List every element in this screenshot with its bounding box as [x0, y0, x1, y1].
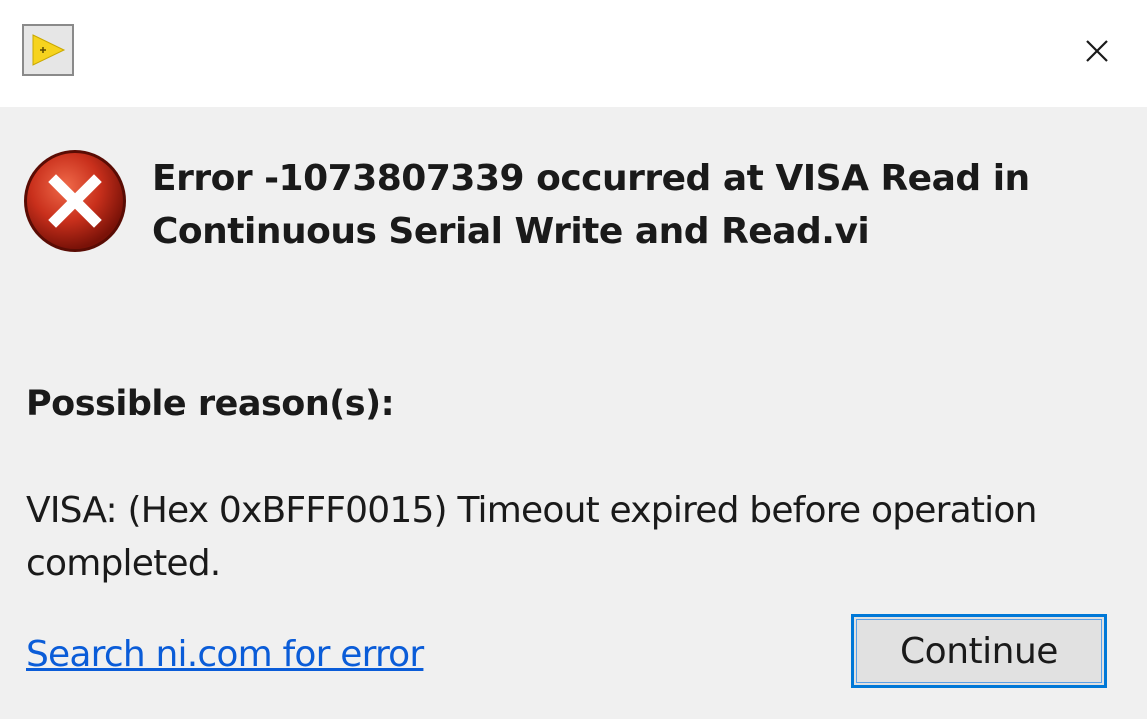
error-dialog-window: Error -1073807339 occurred at VISA Read …: [0, 0, 1147, 719]
close-button[interactable]: [1072, 26, 1122, 76]
close-icon: [1086, 40, 1108, 62]
continue-button[interactable]: Continue: [851, 614, 1107, 688]
continue-button-label: Continue: [900, 630, 1058, 672]
error-reason-text: VISA: (Hex 0xBFFF0015) Timeout expired b…: [26, 490, 1037, 584]
error-x-icon: [24, 150, 126, 252]
error-title: Error -1073807339 occurred at VISA Read …: [152, 158, 1030, 252]
labview-run-arrow-icon: [22, 24, 74, 76]
title-bar: [0, 0, 1147, 107]
possible-reasons-heading: Possible reason(s):: [26, 384, 395, 424]
search-ni-link[interactable]: Search ni.com for error: [26, 630, 424, 680]
